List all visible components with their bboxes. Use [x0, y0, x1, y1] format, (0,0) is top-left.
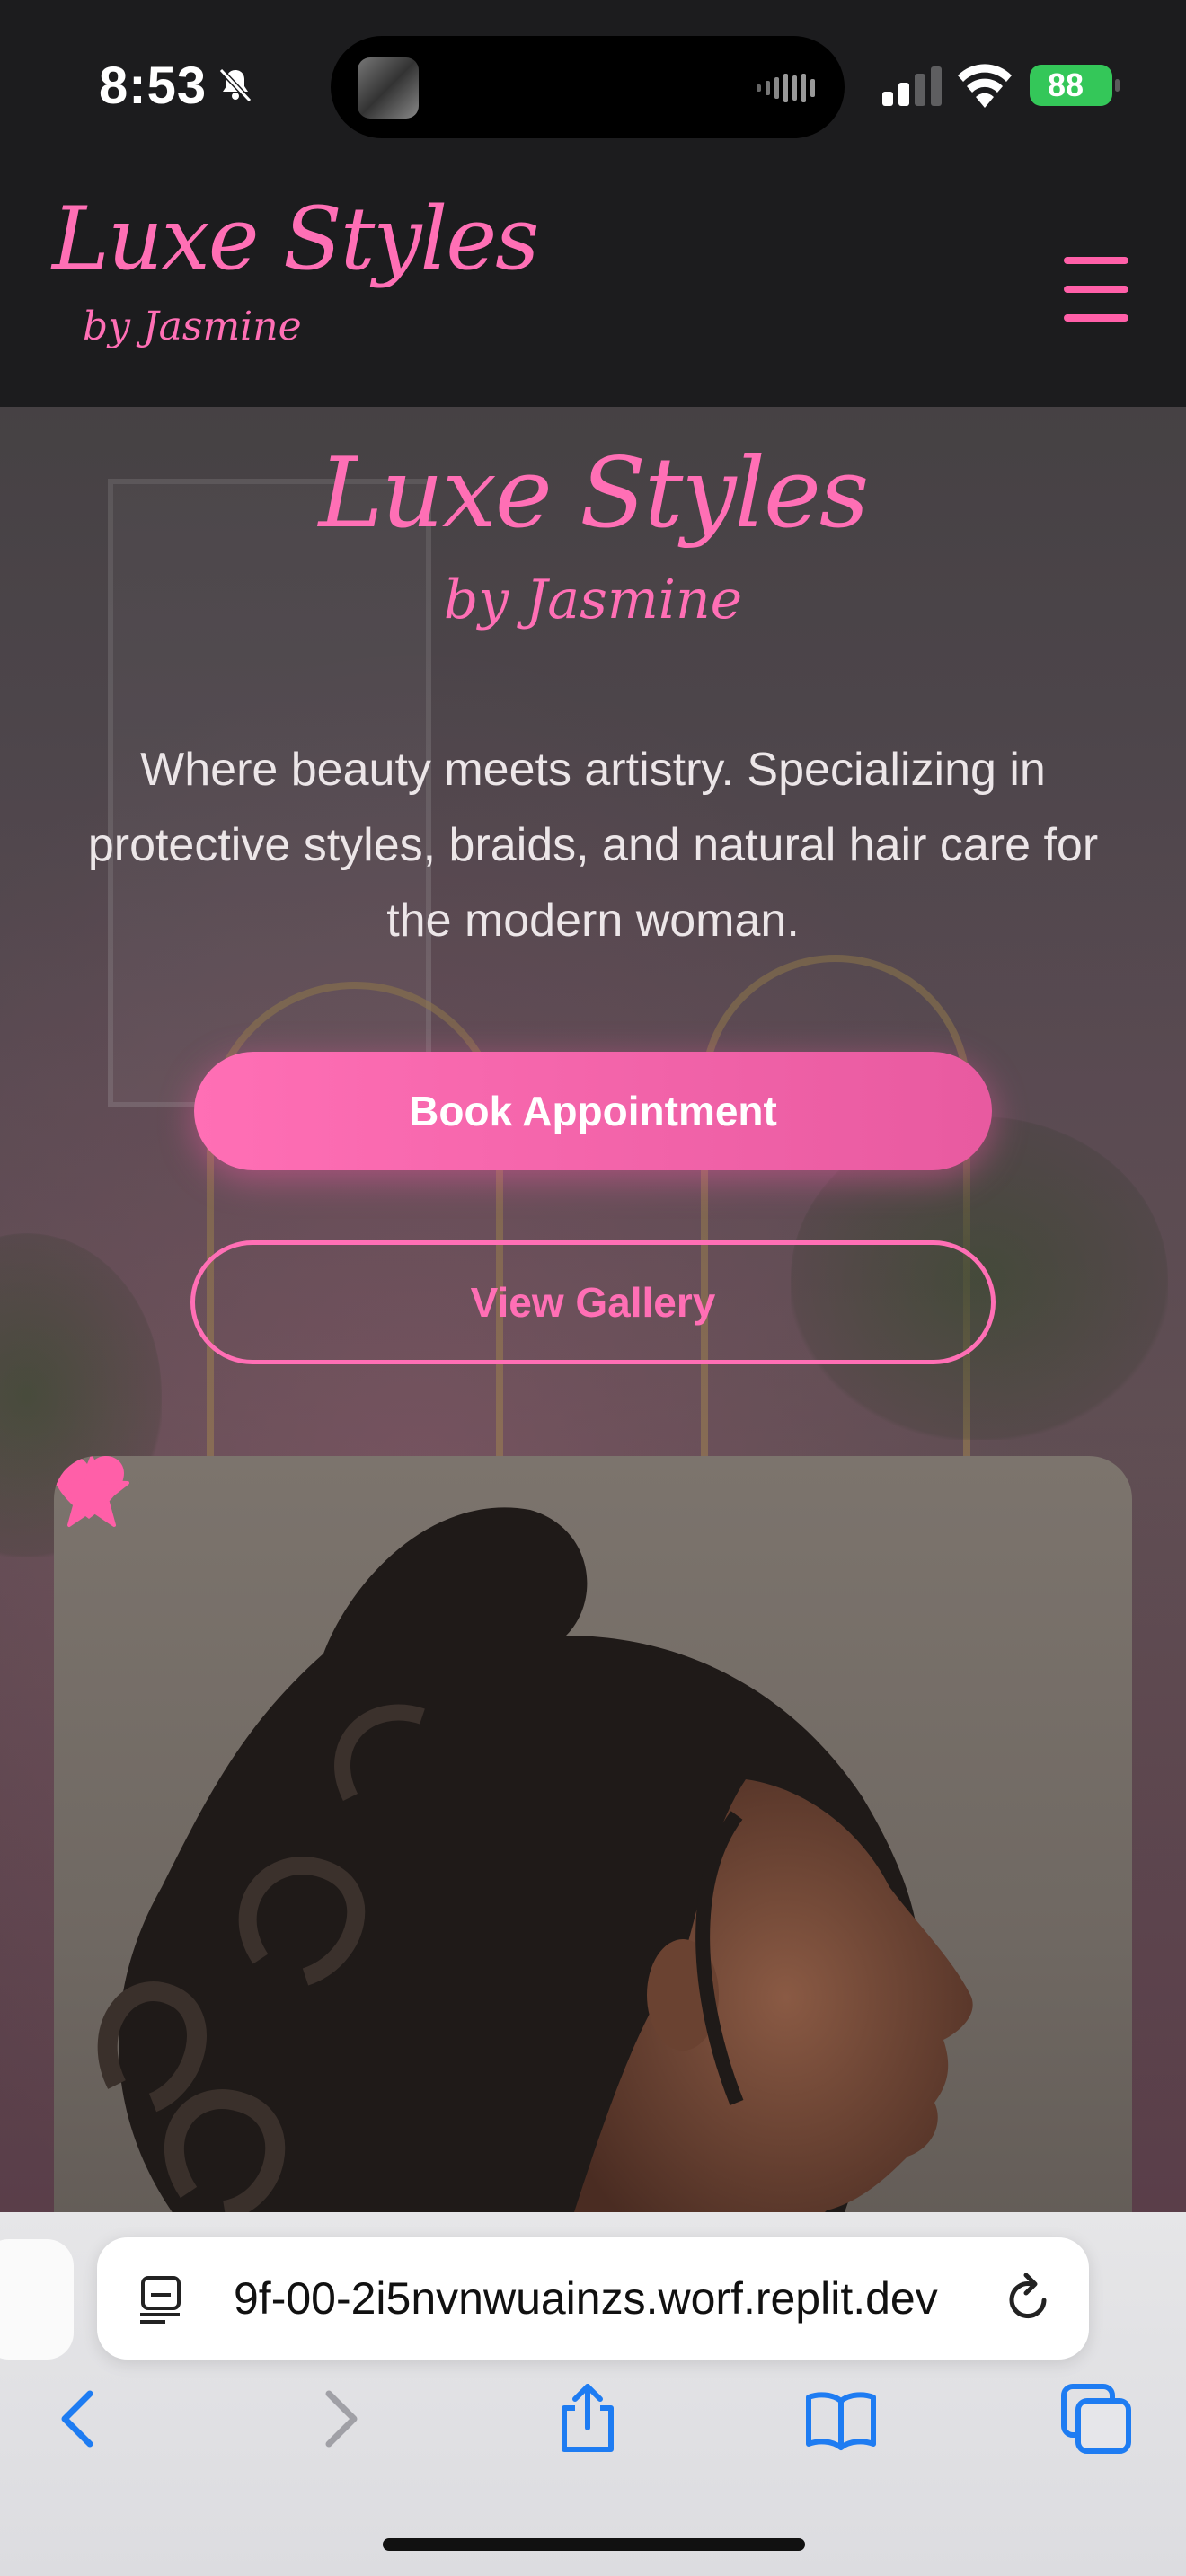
hero-feature-image — [54, 1456, 1132, 2212]
address-bar[interactable]: 9f-00-2i5nvnwuainzs.worf.replit.dev — [97, 2237, 1089, 2360]
wifi-icon — [958, 64, 1012, 108]
book-appointment-button[interactable]: Book Appointment — [194, 1052, 992, 1170]
url-text[interactable]: 9f-00-2i5nvnwuainzs.worf.replit.dev — [234, 2237, 1069, 2360]
star-icon — [54, 1456, 129, 1527]
forward-icon[interactable] — [302, 2383, 374, 2455]
status-bar: 8:53 88 — [0, 0, 1186, 171]
hamburger-menu-icon[interactable] — [1060, 257, 1132, 322]
status-time: 8:53 — [99, 57, 208, 115]
model-portrait-illustration — [97, 1507, 973, 2212]
bookmarks-icon[interactable] — [805, 2383, 877, 2455]
hero-title: Luxe Styles — [318, 437, 870, 550]
now-playing-artwork — [358, 57, 419, 119]
previous-tab-edge[interactable] — [0, 2239, 74, 2360]
battery-level: 88 — [1047, 66, 1084, 103]
logo-title[interactable]: Luxe Styles — [52, 189, 539, 289]
reload-icon[interactable] — [1005, 2273, 1053, 2324]
waveform-icon — [757, 74, 815, 102]
battery-charging-icon: 88 — [1030, 65, 1120, 106]
back-icon[interactable] — [45, 2383, 117, 2455]
site-header: Luxe Styles by Jasmine — [0, 171, 1186, 407]
hero-tagline: Where beauty meets artistry. Specializin… — [87, 744, 1099, 947]
hero-section: Luxe Styles by Jasmine Where beauty meet… — [0, 407, 1186, 2212]
view-gallery-button[interactable]: View Gallery — [190, 1240, 996, 1364]
hero-subtitle: by Jasmine — [443, 569, 743, 631]
bell-slash-icon — [218, 67, 252, 103]
browser-bottom-bar: 9f-00-2i5nvnwuainzs.worf.replit.dev — [0, 2212, 1186, 2576]
share-icon[interactable] — [552, 2383, 624, 2455]
home-indicator — [383, 2538, 805, 2551]
phone-screen: 8:53 88 Luxe Styles by Jasmine Luxe Styl… — [0, 0, 1186, 2576]
tabs-icon[interactable] — [1060, 2383, 1132, 2455]
logo-subtitle[interactable]: by Jasmine — [83, 304, 302, 349]
dynamic-island[interactable] — [331, 36, 845, 138]
page-menu-icon[interactable] — [140, 2275, 185, 2324]
cellular-signal-icon — [882, 66, 942, 106]
